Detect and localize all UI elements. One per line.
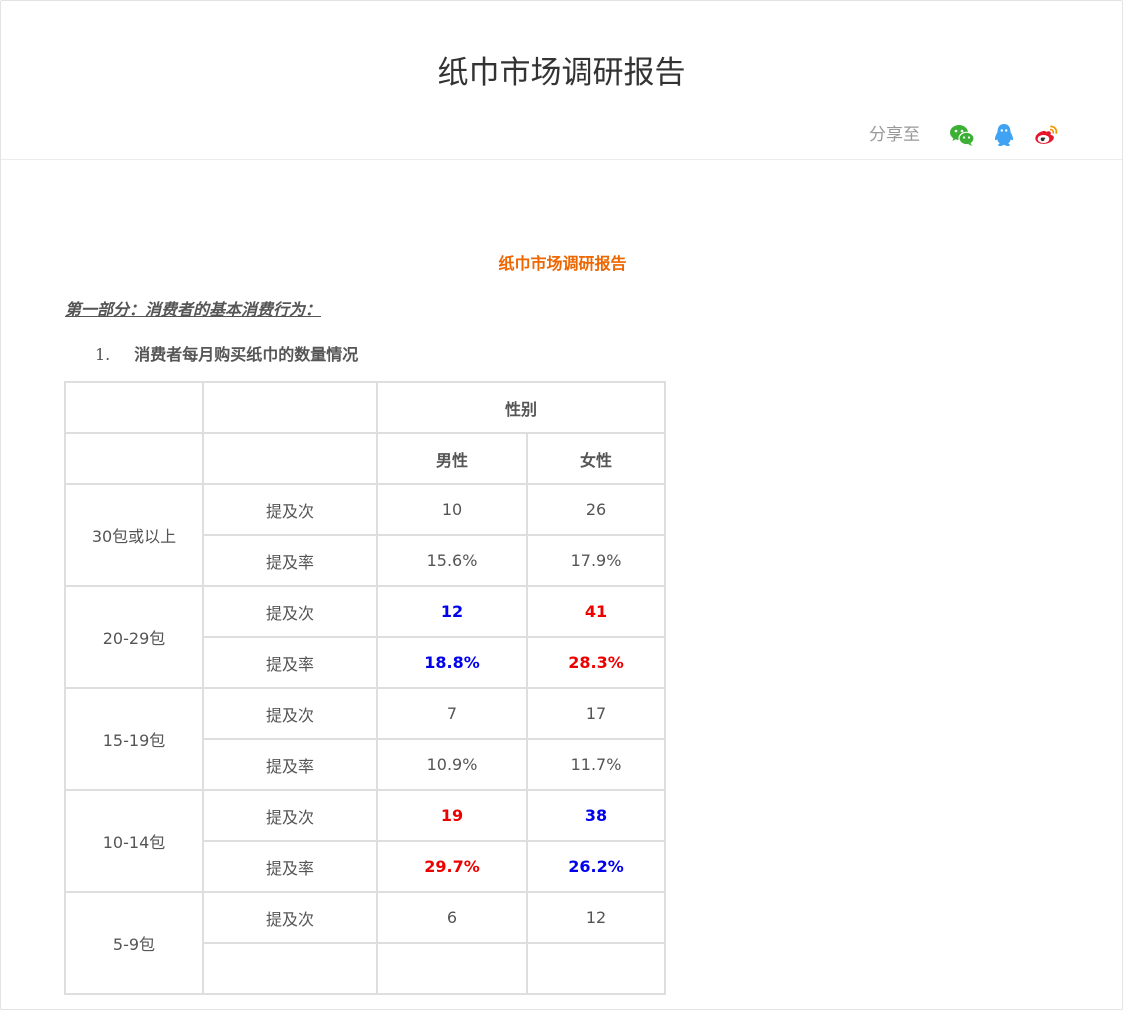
page-title: 纸巾市场调研报告 xyxy=(437,55,686,91)
metric-label-cell xyxy=(202,942,378,995)
female-value-cell: 28.3% xyxy=(526,636,666,689)
qq-icon[interactable] xyxy=(990,121,1018,149)
metric-label-cell: 提及次 xyxy=(202,891,378,944)
column-header: 男性 xyxy=(376,432,528,485)
metric-label-cell: 提及次 xyxy=(202,687,378,740)
quantity-range-cell: 15-19包 xyxy=(64,687,204,791)
metric-label-cell: 提及率 xyxy=(202,636,378,689)
table-row: 30包或以上 提及次 10 26 xyxy=(64,483,666,587)
header-empty-cell xyxy=(202,381,378,434)
weibo-icon[interactable] xyxy=(1032,121,1060,149)
male-value-cell: 19 xyxy=(376,789,528,842)
quantity-range-cell: 5-9包 xyxy=(64,891,204,995)
quantity-range-cell: 20-29包 xyxy=(64,585,204,689)
male-value-cell: 6 xyxy=(376,891,528,944)
female-value-cell: 17.9% xyxy=(526,534,666,587)
table-row: 15-19包 提及次 7 17 xyxy=(64,687,666,791)
female-value-cell: 41 xyxy=(526,585,666,638)
metric-label-cell: 提及次 xyxy=(202,585,378,638)
male-value-cell: 7 xyxy=(376,687,528,740)
list-item-heading: 1. 消费者每月购买纸巾的数量情况 xyxy=(95,342,358,368)
male-value-cell: 15.6% xyxy=(376,534,528,587)
male-value-cell: 12 xyxy=(376,585,528,638)
female-value-cell: 26.2% xyxy=(526,840,666,893)
female-value-cell: 11.7% xyxy=(526,738,666,791)
table-row: 20-29包 提及次 12 41 xyxy=(64,585,666,689)
female-value-cell xyxy=(526,942,666,995)
table-header-row: 男性 女性 xyxy=(64,432,666,485)
metric-label-cell: 提及率 xyxy=(202,534,378,587)
male-value-cell xyxy=(376,942,528,995)
section-heading: 第一部分：消费者的基本消费行为： xyxy=(65,300,322,319)
header-empty-cell xyxy=(202,432,378,485)
quantity-range-cell: 30包或以上 xyxy=(64,483,204,587)
table-header-row: 性别 xyxy=(64,381,666,434)
table-row: 10-14包 提及次 19 38 xyxy=(64,789,666,893)
metric-label-cell: 提及次 xyxy=(202,789,378,842)
header-empty-cell xyxy=(64,381,204,434)
column-header: 女性 xyxy=(526,432,666,485)
female-value-cell: 38 xyxy=(526,789,666,842)
table-row: 5-9包 提及次 6 12 xyxy=(64,891,666,995)
share-bar: 分享至 xyxy=(869,121,1060,149)
metric-label-cell: 提及次 xyxy=(202,483,378,536)
document-title: 纸巾市场调研报告 xyxy=(498,254,627,273)
metric-label-cell: 提及率 xyxy=(202,738,378,791)
page-header: 纸巾市场调研报告 分享至 xyxy=(1,1,1122,160)
male-value-cell: 29.7% xyxy=(376,840,528,893)
female-value-cell: 12 xyxy=(526,891,666,944)
metric-label-cell: 提及率 xyxy=(202,840,378,893)
female-value-cell: 17 xyxy=(526,687,666,740)
share-label: 分享至 xyxy=(869,125,920,145)
male-value-cell: 18.8% xyxy=(376,636,528,689)
wechat-icon[interactable] xyxy=(948,121,976,149)
quantity-range-cell: 10-14包 xyxy=(64,789,204,893)
list-item-number: 1. xyxy=(95,345,111,364)
gender-header: 性别 xyxy=(376,381,666,434)
female-value-cell: 26 xyxy=(526,483,666,536)
survey-table: 性别 男性 女性 30包或以上 提及次 10 26 提及率 15.6% 17.9% 20-29包 提及… xyxy=(64,381,666,995)
list-item-title: 消费者每月购买纸巾的数量情况 xyxy=(134,345,359,364)
male-value-cell: 10.9% xyxy=(376,738,528,791)
header-empty-cell xyxy=(64,432,204,485)
male-value-cell: 10 xyxy=(376,483,528,536)
